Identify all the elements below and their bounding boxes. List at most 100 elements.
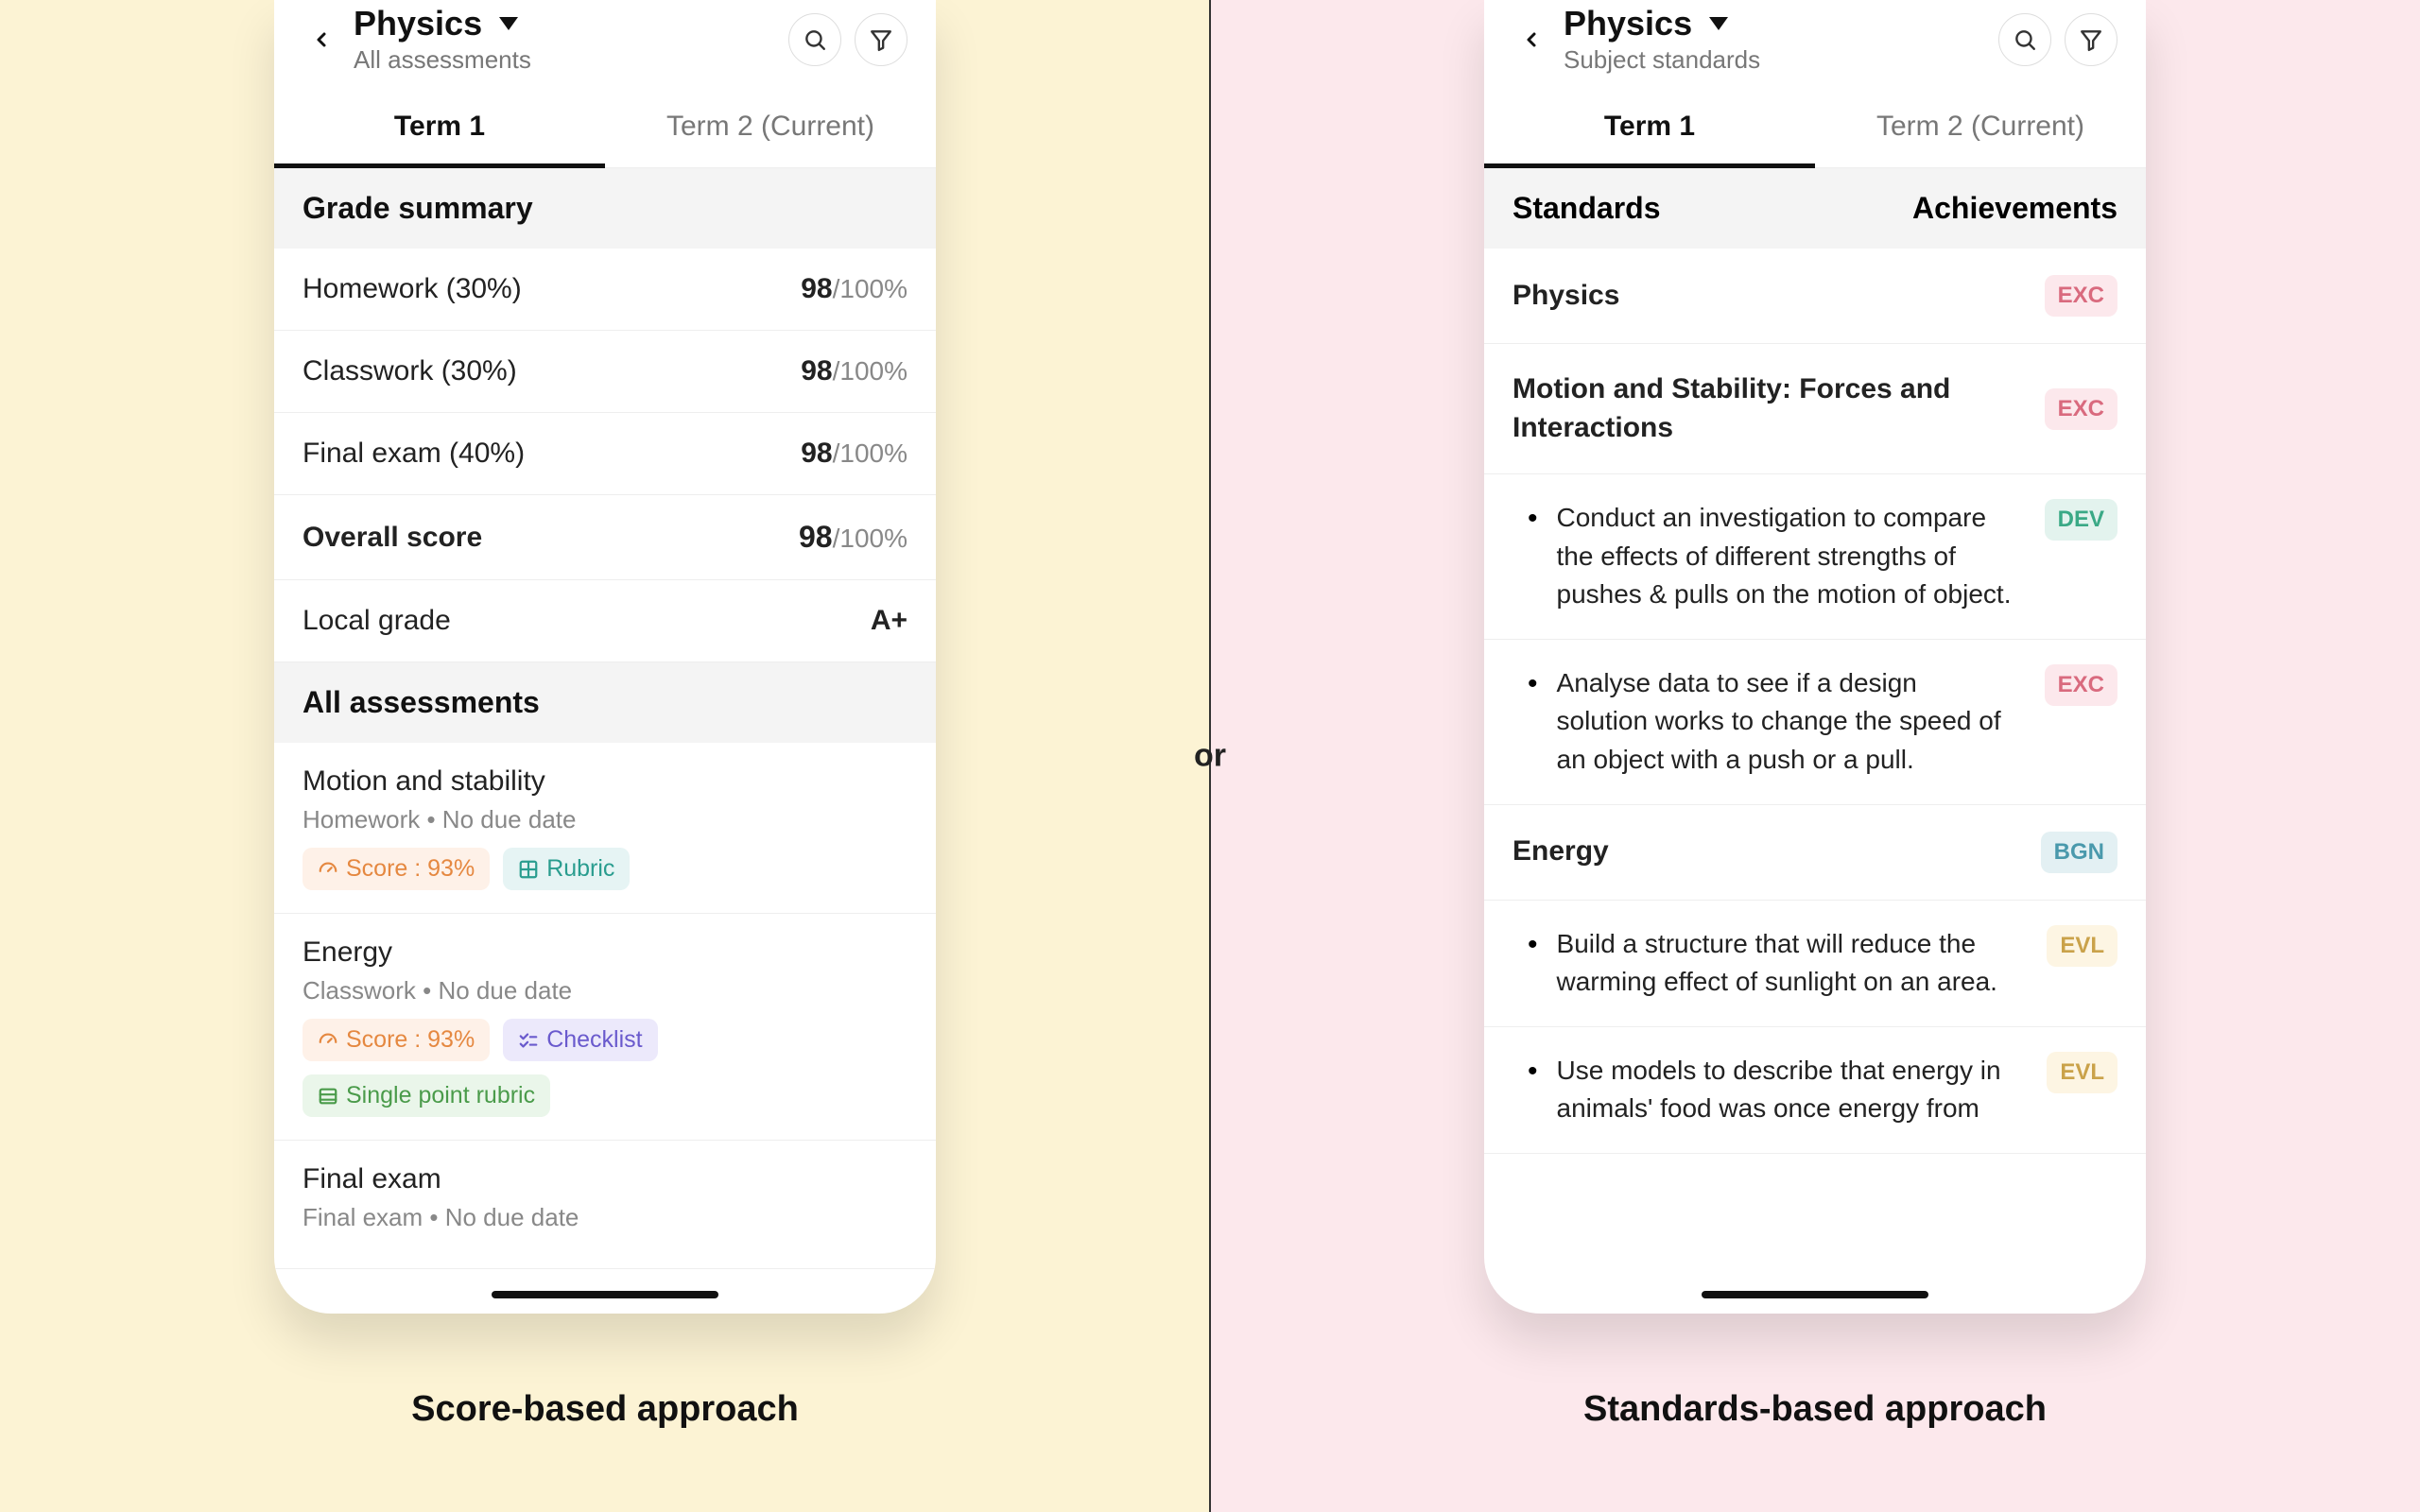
- filter-icon: [869, 27, 893, 52]
- phone-header: Physics All assessments: [274, 0, 936, 86]
- back-button[interactable]: [302, 21, 340, 59]
- grade-row-homework[interactable]: Homework (30%) 98/100%: [274, 249, 936, 331]
- rubric-pill[interactable]: Rubric: [503, 848, 630, 890]
- grade-label: Overall score: [302, 522, 482, 554]
- grade-row-classwork[interactable]: Classwork (30%) 98/100%: [274, 331, 936, 413]
- grade-value: 98/100%: [801, 273, 908, 305]
- caret-down-icon[interactable]: [499, 17, 518, 30]
- grade-value: 98/100%: [801, 438, 908, 470]
- col-achievements: Achievements: [1912, 191, 2118, 226]
- score-pill: Score : 93%: [302, 848, 490, 890]
- left-caption: Score-based approach: [411, 1389, 799, 1430]
- assessment-final-exam[interactable]: Final exam Final exam • No due date: [274, 1141, 936, 1269]
- filter-button[interactable]: [855, 13, 908, 66]
- tab-term-1[interactable]: Term 1: [274, 86, 605, 167]
- home-indicator[interactable]: [1702, 1291, 1928, 1298]
- page-title: Physics: [1564, 4, 1692, 43]
- tab-term-2[interactable]: Term 2 (Current): [605, 86, 936, 167]
- grade-label: Classwork (30%): [302, 355, 517, 387]
- standard-sub-row[interactable]: • Use models to describe that energy in a…: [1484, 1027, 2146, 1154]
- assessment-meta: Final exam • No due date: [302, 1203, 908, 1232]
- col-standards: Standards: [1512, 191, 1660, 226]
- grade-summary-header: Grade summary: [274, 168, 936, 249]
- score-pill: Score : 93%: [302, 1019, 490, 1061]
- standard-sub-text: Build a structure that will reduce the w…: [1557, 925, 2029, 1002]
- bullet-icon: •: [1528, 931, 1538, 959]
- achievement-badge: BGN: [2041, 832, 2118, 873]
- chevron-left-icon: [1520, 28, 1543, 51]
- grade-value: 98/100%: [801, 355, 908, 387]
- assessment-meta: Classwork • No due date: [302, 976, 908, 1005]
- achievement-badge: EVL: [2047, 1052, 2118, 1093]
- standard-name: Energy: [1512, 833, 2041, 871]
- grade-label: Homework (30%): [302, 273, 522, 305]
- search-button[interactable]: [1998, 13, 2051, 66]
- search-icon: [803, 27, 827, 52]
- filter-icon: [2079, 27, 2103, 52]
- standard-row[interactable]: PhysicsEXC: [1484, 249, 2146, 344]
- page-title: Physics: [354, 4, 482, 43]
- caret-down-icon[interactable]: [1709, 17, 1728, 30]
- grade-value: A+: [871, 605, 908, 637]
- achievement-badge: EXC: [2045, 275, 2118, 317]
- assessment-title: Energy: [302, 936, 908, 969]
- standard-name: Physics: [1512, 277, 2045, 316]
- scroll-area[interactable]: Standards Achievements PhysicsEXCMotion …: [1484, 168, 2146, 1314]
- standard-sub-text: Use models to describe that energy in an…: [1557, 1052, 2029, 1128]
- pill-row: Score : 93% Checklist Single point rubri…: [302, 1019, 908, 1117]
- or-label: or: [1186, 738, 1234, 775]
- assessment-title: Final exam: [302, 1163, 908, 1195]
- header-title-block: Physics All assessments: [354, 4, 775, 75]
- tab-term-2[interactable]: Term 2 (Current): [1815, 86, 2146, 167]
- page-subtitle: All assessments: [354, 45, 775, 75]
- achievement-badge: EXC: [2045, 664, 2118, 706]
- assessment-energy[interactable]: Energy Classwork • No due date Score : 9…: [274, 914, 936, 1141]
- term-tabs: Term 1 Term 2 (Current): [274, 86, 936, 168]
- phone-header: Physics Subject standards: [1484, 0, 2146, 86]
- achievement-badge: DEV: [2045, 499, 2118, 541]
- grade-label: Local grade: [302, 605, 451, 637]
- standard-sub-text: Conduct an investigation to compare the …: [1557, 499, 2026, 614]
- grade-value: 98/100%: [799, 520, 908, 555]
- achievement-badge: EXC: [2045, 388, 2118, 430]
- achievement-badge: EVL: [2047, 925, 2118, 967]
- standard-sub-row[interactable]: • Analyse data to see if a design solutio…: [1484, 640, 2146, 805]
- right-caption: Standards-based approach: [1583, 1389, 2047, 1430]
- assessment-title: Motion and stability: [302, 765, 908, 798]
- list-icon: [318, 1086, 338, 1107]
- standard-row[interactable]: EnergyBGN: [1484, 805, 2146, 901]
- checklist-pill[interactable]: Checklist: [503, 1019, 657, 1061]
- standard-sub-text: Analyse data to see if a design solution…: [1557, 664, 2026, 780]
- assessment-motion[interactable]: Motion and stability Homework • No due d…: [274, 743, 936, 914]
- standard-sub-row[interactable]: • Build a structure that will reduce the …: [1484, 901, 2146, 1027]
- grid-icon: [518, 859, 539, 880]
- phone-right: Physics Subject standards Term 1 Term 2 …: [1484, 0, 2146, 1314]
- standard-row[interactable]: Motion and Stability: Forces and Interac…: [1484, 344, 2146, 474]
- search-icon: [2013, 27, 2037, 52]
- grade-row-final[interactable]: Final exam (40%) 98/100%: [274, 413, 936, 495]
- grade-row-local[interactable]: Local grade A+: [274, 580, 936, 662]
- term-tabs: Term 1 Term 2 (Current): [1484, 86, 2146, 168]
- grade-row-overall[interactable]: Overall score 98/100%: [274, 495, 936, 580]
- scroll-area[interactable]: Grade summary Homework (30%) 98/100% Cla…: [274, 168, 936, 1314]
- home-indicator[interactable]: [492, 1291, 718, 1298]
- standard-sub-row[interactable]: • Conduct an investigation to compare the…: [1484, 474, 2146, 640]
- assessment-meta: Homework • No due date: [302, 805, 908, 834]
- single-rubric-pill[interactable]: Single point rubric: [302, 1074, 550, 1117]
- filter-button[interactable]: [2065, 13, 2118, 66]
- bullet-icon: •: [1528, 1057, 1538, 1086]
- grade-label: Final exam (40%): [302, 438, 525, 470]
- right-panel: Physics Subject standards Term 1 Term 2 …: [1210, 0, 2420, 1512]
- phone-left: Physics All assessments Term 1 Term 2 (C…: [274, 0, 936, 1314]
- gauge-icon: [318, 859, 338, 880]
- tab-term-1[interactable]: Term 1: [1484, 86, 1815, 167]
- search-button[interactable]: [788, 13, 841, 66]
- back-button[interactable]: [1512, 21, 1550, 59]
- checklist-icon: [518, 1030, 539, 1051]
- page-subtitle: Subject standards: [1564, 45, 1985, 75]
- chevron-left-icon: [310, 28, 333, 51]
- bullet-icon: •: [1528, 670, 1538, 698]
- all-assessments-header: All assessments: [274, 662, 936, 743]
- standard-name: Motion and Stability: Forces and Interac…: [1512, 370, 2045, 447]
- bullet-icon: •: [1528, 505, 1538, 533]
